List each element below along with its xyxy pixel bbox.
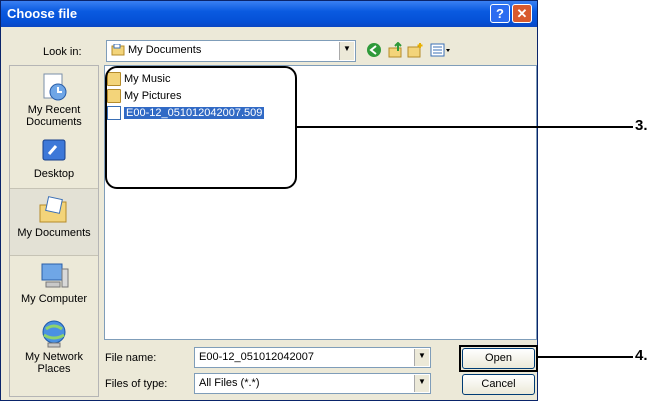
file-type-select[interactable]: All Files (*.*) ▼ [194, 373, 431, 394]
file-list-callout-box [105, 66, 297, 189]
file-type-value: All Files (*.*) [199, 377, 260, 389]
file-type-label: Files of type: [105, 378, 168, 390]
desktop-icon [42, 139, 66, 161]
up-folder-icon[interactable] [387, 41, 404, 59]
callout-number-4: 4. [635, 347, 648, 364]
network-places-icon [42, 320, 66, 348]
look-in-dropdown[interactable]: My Documents ▼ [106, 40, 356, 62]
chevron-down-icon[interactable]: ▼ [414, 375, 429, 392]
file-name-value: E00-12_051012042007 [199, 351, 315, 363]
choose-file-dialog: Choose file ? ✕ Look in: My Documents ▼ … [0, 0, 538, 401]
recent-documents-icon [43, 73, 67, 101]
my-documents-small-icon [111, 43, 125, 56]
help-button[interactable]: ? [490, 4, 510, 23]
place-label: My Recent Documents [26, 104, 82, 128]
new-folder-icon[interactable] [407, 42, 424, 59]
chevron-down-icon[interactable]: ▼ [339, 42, 354, 60]
file-name-label: File name: [105, 352, 157, 364]
my-documents-icon [39, 196, 67, 223]
file-name-field[interactable]: E00-12_051012042007 ▼ [194, 347, 431, 368]
place-label: My Computer [20, 293, 88, 305]
place-label: Desktop [33, 168, 75, 180]
place-desktop[interactable]: Desktop [10, 136, 98, 180]
open-button-callout-box [459, 345, 538, 372]
my-computer-icon [41, 263, 69, 288]
callout-line-4 [537, 356, 633, 358]
place-label: My Documents [17, 227, 91, 239]
chevron-down-icon[interactable]: ▼ [414, 349, 429, 366]
window-title: Choose file [7, 6, 78, 21]
look-in-value: My Documents [128, 44, 202, 56]
place-my-computer[interactable]: My Computer [10, 261, 98, 305]
close-button[interactable]: ✕ [512, 4, 532, 23]
place-my-documents[interactable]: My Documents [10, 188, 98, 256]
title-bar[interactable]: Choose file ? ✕ [1, 1, 537, 27]
place-label: My Network Places [24, 351, 84, 375]
place-my-recent-documents[interactable]: My Recent Documents [10, 72, 98, 128]
callout-number-3: 3. [635, 117, 648, 134]
view-menu-icon[interactable] [429, 42, 453, 59]
look-in-label: Look in: [43, 46, 82, 58]
callout-line-3 [296, 126, 633, 128]
back-icon[interactable] [365, 42, 382, 59]
cancel-button[interactable]: Cancel [462, 374, 535, 395]
places-bar: My Recent Documents Desktop My Documents… [9, 65, 99, 397]
place-my-network-places[interactable]: My Network Places [10, 319, 98, 375]
